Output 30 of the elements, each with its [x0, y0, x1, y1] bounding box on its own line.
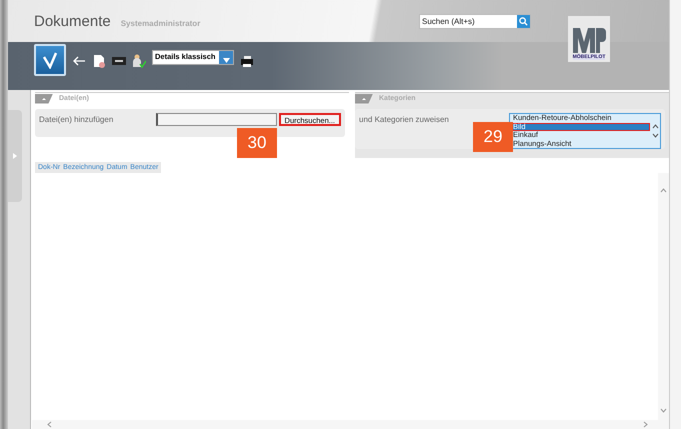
user-name: Systemadministrator: [120, 18, 200, 28]
scroll-left-icon[interactable]: [46, 421, 53, 428]
back-arrow-icon[interactable]: [72, 54, 86, 68]
collapse-toggle[interactable]: [355, 94, 373, 104]
scroll-up-icon[interactable]: [652, 123, 658, 130]
horizontal-scrollbar[interactable]: [32, 420, 669, 429]
file-path-field[interactable]: [156, 113, 277, 126]
confirm-button[interactable]: [34, 44, 66, 76]
triangle-icon: [13, 153, 17, 159]
dropdown-button[interactable]: [219, 51, 233, 64]
printer-icon[interactable]: [240, 54, 254, 68]
scroll-down-icon[interactable]: [660, 407, 667, 414]
field-label: und Kategorien zuweisen: [359, 114, 450, 124]
vertical-scrollbar[interactable]: [658, 173, 669, 420]
search-field[interactable]: Suchen (Alt+s): [419, 14, 531, 28]
document-icon[interactable]: [92, 54, 106, 68]
scroll-up-icon[interactable]: [660, 187, 667, 194]
scroll-down-icon[interactable]: [652, 132, 658, 139]
page-title: Dokumente: [34, 12, 111, 30]
step-badge: 29: [473, 122, 513, 152]
field-label: Datei(en) hinzufügen: [39, 114, 114, 124]
step-badge: 30: [237, 128, 277, 158]
user-check-icon[interactable]: [132, 54, 146, 68]
collapse-toggle[interactable]: [35, 94, 53, 104]
search-button[interactable]: [517, 14, 530, 28]
side-panel-handle[interactable]: [8, 110, 22, 202]
scroll-right-icon[interactable]: [642, 421, 649, 428]
caret-icon: [222, 58, 230, 63]
checkmark-icon: [41, 51, 59, 69]
search-icon: [519, 16, 528, 26]
